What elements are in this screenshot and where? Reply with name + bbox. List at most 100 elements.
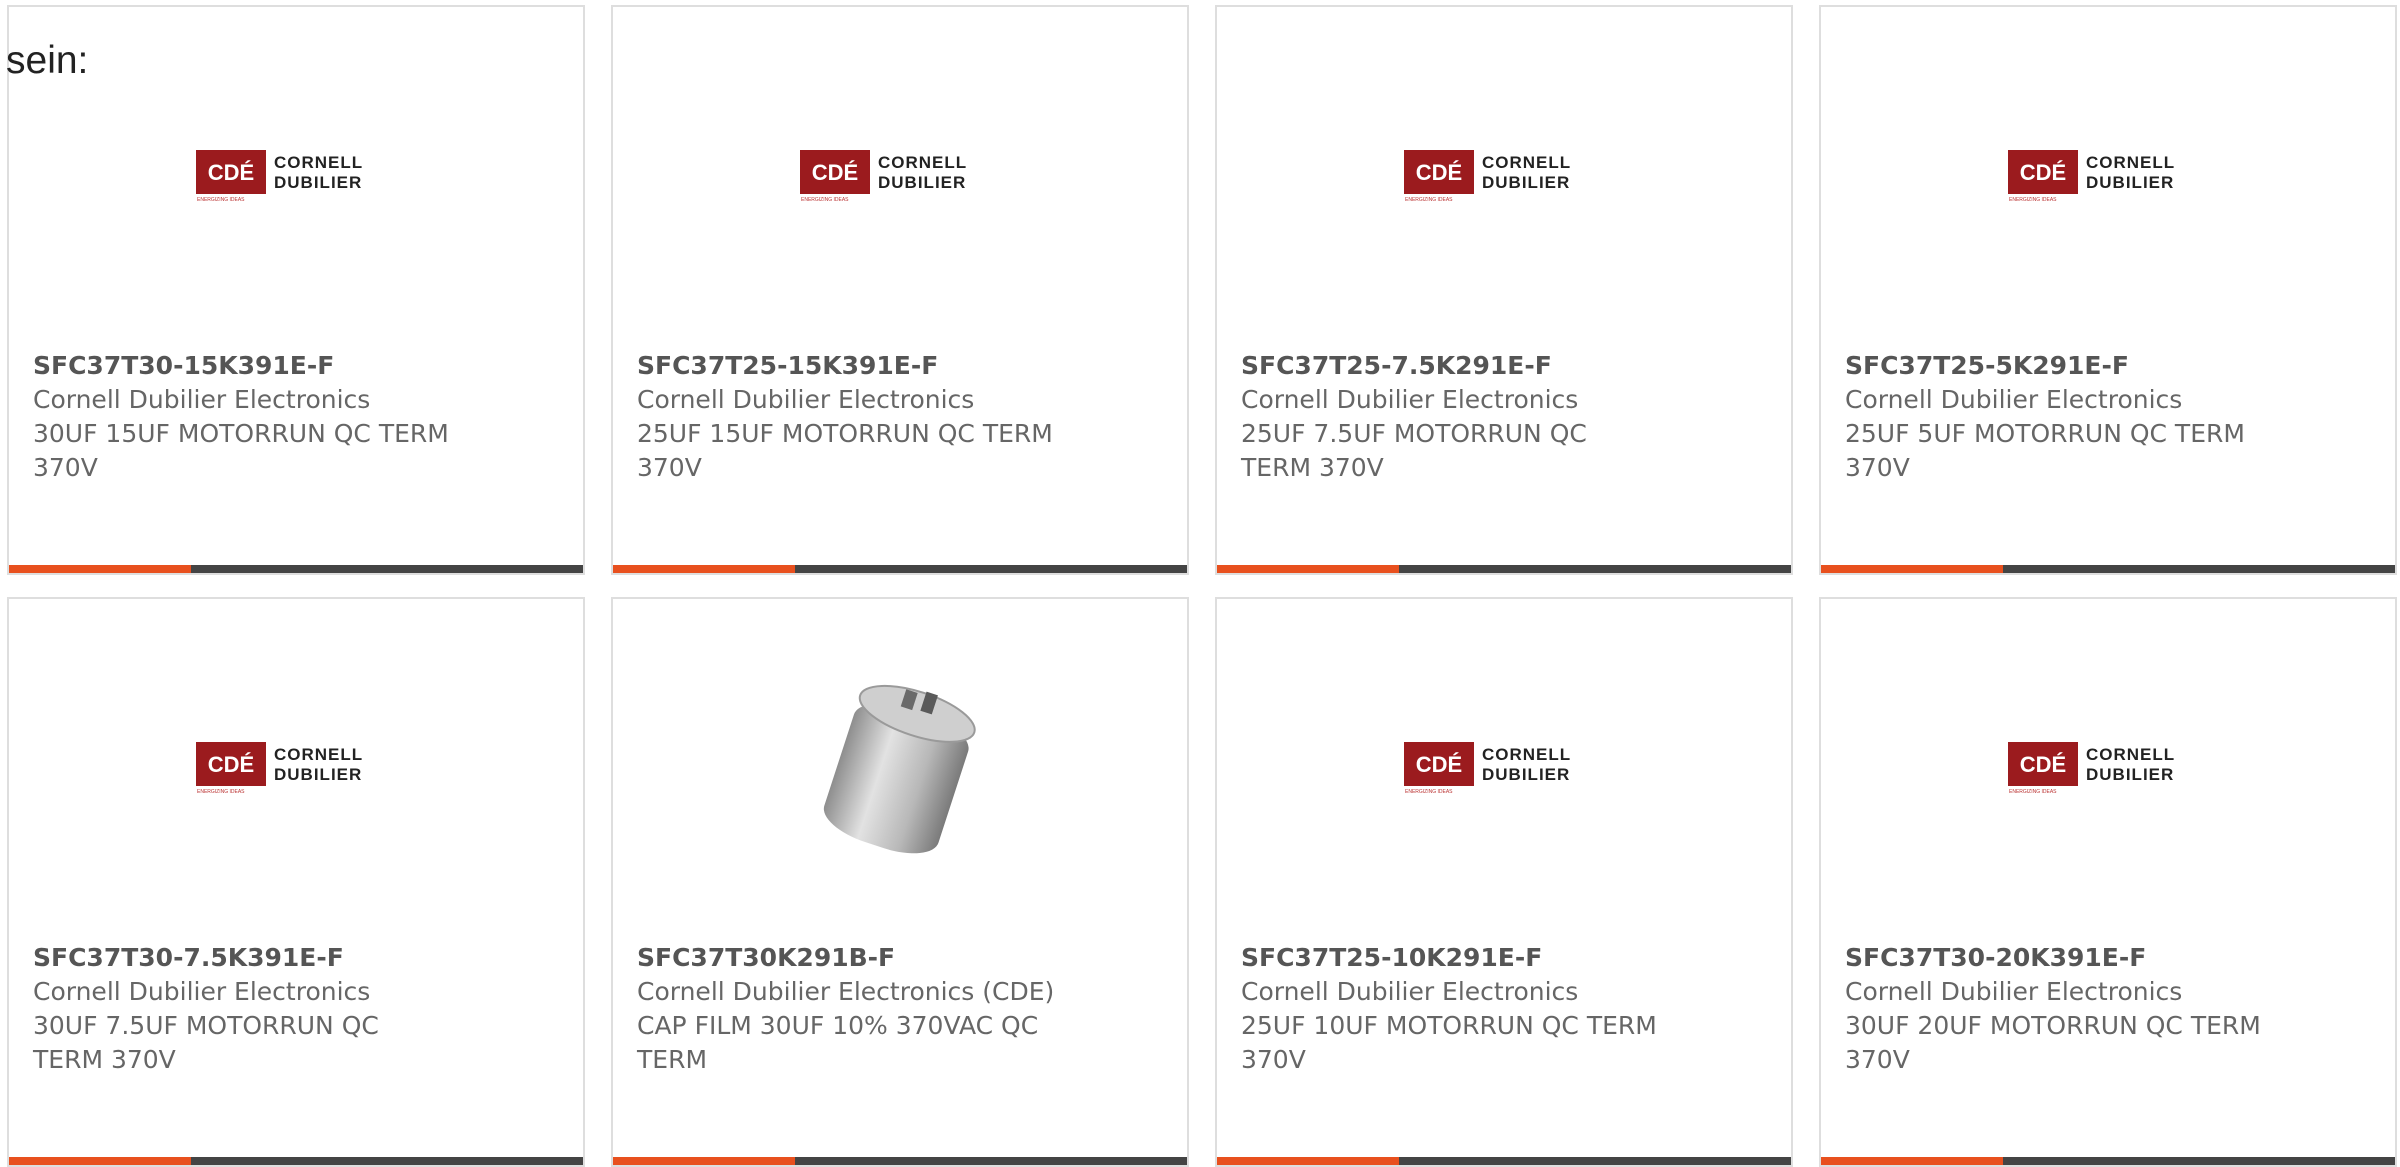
product-part-number: SFC37T30K291B-F [637,943,896,972]
product-description-line-2: 370V [1845,453,1910,482]
product-part-number: SFC37T25-15K391E-F [637,351,939,380]
svg-text:ENERGIZING IDEAS: ENERGIZING IDEAS [2009,789,2057,794]
card-bottom-bar [613,1157,1187,1165]
cornell-dubilier-logo: CDÉ CORNELLDUBILIER ENERGIZING IDEAS [196,742,363,794]
product-info: SFC37T30-20K391E-F Cornell Dubilier Elec… [1845,941,2285,1077]
product-part-number: SFC37T25-10K291E-F [1241,943,1543,972]
product-card[interactable]: CDÉ CORNELL DUBILIER ENERGIZING IDEAS SFC37… [1215,5,1793,575]
product-manufacturer: Cornell Dubilier Electronics [33,977,371,1006]
svg-text:ENERGIZING IDEAS: ENERGIZING IDEAS [197,789,245,794]
svg-text:CDÉ: CDÉ [812,160,858,185]
card-bottom-bar [1821,1157,2395,1165]
product-description-line-1: 30UF 7.5UF MOTORRUN QC [33,1011,379,1040]
card-bottom-bar [613,565,1187,573]
product-card[interactable]: CDÉ CORNELL DUBILIER ENERGIZING IDEAS SFC37… [7,597,585,1167]
product-manufacturer: Cornell Dubilier Electronics (CDE) [637,977,1055,1006]
product-info: SFC37T30K291B-F Cornell Dubilier Electro… [637,941,1077,1077]
card-bar-accent [1821,565,2003,573]
cornell-dubilier-logo: CDÉ CORNELLDUBILIER ENERGIZING IDEAS [800,150,967,202]
product-description-line-2: 370V [637,453,702,482]
product-image [613,599,1187,929]
product-manufacturer: Cornell Dubilier Electronics [1241,385,1579,414]
card-bottom-bar [9,1157,583,1165]
svg-text:CORNELL: CORNELL [274,153,363,172]
card-bar-accent [9,1157,191,1165]
card-bottom-bar [1821,565,2395,573]
svg-text:DUBILIER: DUBILIER [2086,173,2174,192]
product-description-line-2: 370V [1241,1045,1306,1074]
product-image: CDÉ CORNELL DUBILIER ENERGIZING IDEAS [613,7,1187,337]
product-description-line-1: 25UF 7.5UF MOTORRUN QC [1241,419,1587,448]
product-card[interactable]: CDÉ CORNELL DUBILIER ENERGIZING IDEAS SFC37… [1215,597,1793,1167]
product-card[interactable]: SFC37T30K291B-F Cornell Dubilier Electro… [611,597,1189,1167]
product-grid: CDÉ CORNELL DUBILIER ENERGIZING IDEAS SFC37… [7,5,2400,1167]
svg-text:CORNELL: CORNELL [878,153,967,172]
card-bottom-bar [1217,565,1791,573]
product-description-line-1: 25UF 15UF MOTORRUN QC TERM [637,419,1053,448]
card-bar-accent [1821,1157,2003,1165]
svg-text:CDÉ: CDÉ [208,752,254,777]
cornell-dubilier-logo: CDÉ CORNELLDUBILIER ENERGIZING IDEAS [1404,742,1571,794]
svg-text:CORNELL: CORNELL [274,745,363,764]
product-info: SFC37T25-15K391E-F Cornell Dubilier Elec… [637,349,1077,485]
svg-text:CDÉ: CDÉ [1416,160,1462,185]
svg-text:CDÉ: CDÉ [208,160,254,185]
card-bar-accent [9,565,191,573]
product-image: CDÉ CORNELL DUBILIER ENERGIZING IDEAS [1217,599,1791,929]
product-manufacturer: Cornell Dubilier Electronics [1241,977,1579,1006]
product-card[interactable]: CDÉ CORNELL DUBILIER ENERGIZING IDEAS SFC37… [1819,597,2397,1167]
svg-text:DUBILIER: DUBILIER [1482,765,1570,784]
product-part-number: SFC37T30-15K391E-F [33,351,335,380]
product-manufacturer: Cornell Dubilier Electronics [637,385,975,414]
card-bar-accent [1217,1157,1399,1165]
svg-text:ENERGIZING IDEAS: ENERGIZING IDEAS [1405,789,1453,794]
product-description-line-1: 25UF 5UF MOTORRUN QC TERM [1845,419,2245,448]
cornell-dubilier-logo: CDÉ CORNELLDUBILIER ENERGIZING IDEAS [2008,742,2175,794]
product-part-number: SFC37T30-20K391E-F [1845,943,2147,972]
svg-text:ENERGIZING IDEAS: ENERGIZING IDEAS [197,197,245,202]
product-info: SFC37T25-10K291E-F Cornell Dubilier Elec… [1241,941,1681,1077]
product-image: CDÉ CORNELL DUBILIER ENERGIZING IDEAS [9,7,583,337]
svg-text:ENERGIZING IDEAS: ENERGIZING IDEAS [1405,197,1453,202]
product-card[interactable]: CDÉ CORNELL DUBILIER ENERGIZING IDEAS SFC37… [7,5,585,575]
svg-text:DUBILIER: DUBILIER [274,173,362,192]
product-info: SFC37T25-7.5K291E-F Cornell Dubilier Ele… [1241,349,1681,485]
product-description-line-2: TERM 370V [1241,453,1384,482]
svg-text:CDÉ: CDÉ [2020,752,2066,777]
product-part-number: SFC37T25-7.5K291E-F [1241,351,1552,380]
product-manufacturer: Cornell Dubilier Electronics [33,385,371,414]
product-card[interactable]: CDÉ CORNELL DUBILIER ENERGIZING IDEAS SFC37… [611,5,1189,575]
svg-text:CDÉ: CDÉ [1416,752,1462,777]
svg-text:CORNELL: CORNELL [1482,153,1571,172]
product-description-line-1: 30UF 15UF MOTORRUN QC TERM [33,419,449,448]
product-description-line-1: 25UF 10UF MOTORRUN QC TERM [1241,1011,1657,1040]
product-description-line-2: 370V [33,453,98,482]
product-image: CDÉ CORNELL DUBILIER ENERGIZING IDEAS [9,599,583,929]
product-card[interactable]: CDÉ CORNELL DUBILIER ENERGIZING IDEAS SFC37… [1819,5,2397,575]
product-image: CDÉ CORNELL DUBILIER ENERGIZING IDEAS [1821,599,2395,929]
product-description-line-1: CAP FILM 30UF 10% 370VAC QC [637,1011,1039,1040]
card-bar-accent [613,1157,795,1165]
product-image: CDÉ CORNELL DUBILIER ENERGIZING IDEAS [1217,7,1791,337]
svg-text:DUBILIER: DUBILIER [274,765,362,784]
svg-text:CORNELL: CORNELL [2086,745,2175,764]
svg-text:CDÉ: CDÉ [2020,160,2066,185]
capacitor-photo [823,684,976,854]
svg-text:CORNELL: CORNELL [1482,745,1571,764]
product-manufacturer: Cornell Dubilier Electronics [1845,977,2183,1006]
card-bar-accent [613,565,795,573]
product-description-line-2: TERM [637,1045,708,1074]
product-description-line-2: TERM 370V [33,1045,176,1074]
product-info: SFC37T30-15K391E-F Cornell Dubilier Elec… [33,349,473,485]
product-description-line-2: 370V [1845,1045,1910,1074]
product-part-number: SFC37T25-5K291E-F [1845,351,2129,380]
product-info: SFC37T30-7.5K391E-F Cornell Dubilier Ele… [33,941,473,1077]
svg-text:DUBILIER: DUBILIER [2086,765,2174,784]
cornell-dubilier-logo: CDÉ CORNELLDUBILIER ENERGIZING IDEAS [2008,150,2174,202]
card-bottom-bar [9,565,583,573]
product-image: CDÉ CORNELL DUBILIER ENERGIZING IDEAS [1821,7,2395,337]
intro-text: sein: [6,39,89,82]
card-bar-accent [1217,565,1399,573]
cornell-dubilier-logo: CDÉ CORNELLDUBILIER ENERGIZING IDEAS [1404,150,1571,202]
svg-text:ENERGIZING IDEAS: ENERGIZING IDEAS [801,197,849,202]
